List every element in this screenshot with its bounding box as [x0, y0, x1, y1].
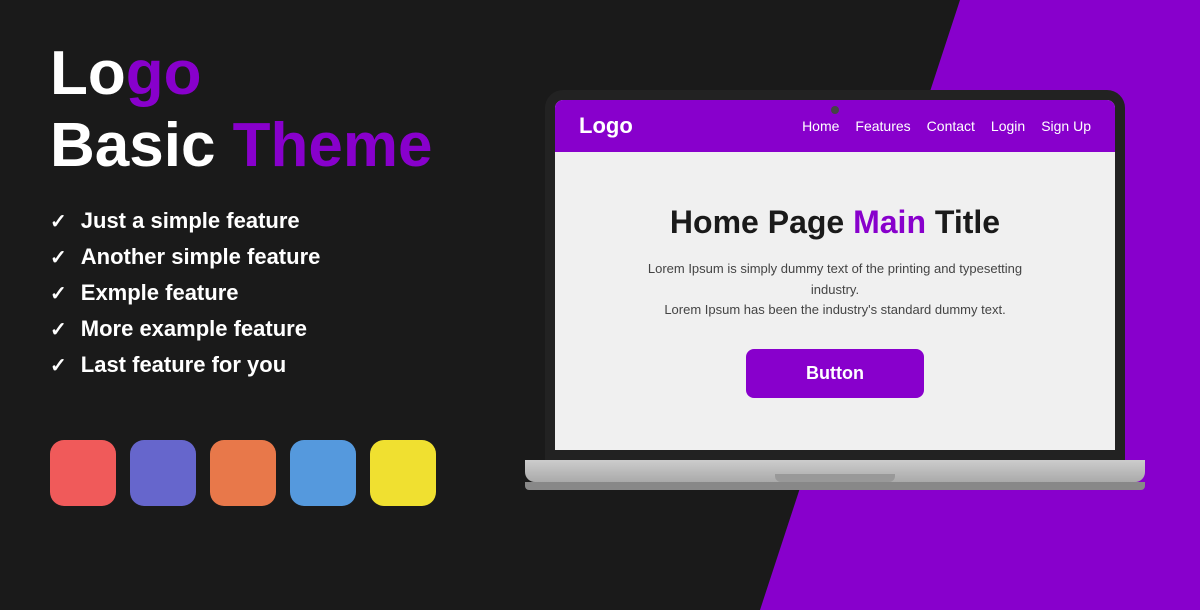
- check-icon-2: ✓: [50, 245, 67, 270]
- feature-item-5: ✓ Last feature for you: [50, 352, 450, 378]
- mock-navbar: Logo Home Features Contact Login Sign Up: [555, 100, 1115, 152]
- swatch-yellow[interactable]: [370, 440, 436, 506]
- check-icon-1: ✓: [50, 209, 67, 234]
- mock-hero-title: Home Page Main Title: [670, 204, 1000, 241]
- right-panel: Logo Home Features Contact Login Sign Up…: [500, 0, 1200, 610]
- laptop-mockup: Logo Home Features Contact Login Sign Up…: [545, 90, 1145, 520]
- mock-logo: Logo: [579, 113, 633, 139]
- feature-text-3: Exmple feature: [81, 280, 239, 306]
- swatch-purple[interactable]: [130, 440, 196, 506]
- swatch-red[interactable]: [50, 440, 116, 506]
- check-icon-5: ✓: [50, 353, 67, 378]
- hero-title-black2: Title: [926, 204, 1000, 240]
- features-list: ✓ Just a simple feature ✓ Another simple…: [50, 208, 450, 388]
- nav-signup[interactable]: Sign Up: [1041, 118, 1091, 134]
- hero-title-accent: Main: [853, 204, 926, 240]
- feature-item-2: ✓ Another simple feature: [50, 244, 450, 270]
- mock-hero: Home Page Main Title Lorem Ipsum is simp…: [555, 152, 1115, 450]
- logo-text-white: Lo: [50, 39, 126, 108]
- nav-features[interactable]: Features: [855, 118, 910, 134]
- nav-login[interactable]: Login: [991, 118, 1025, 134]
- hero-body-line1: Lorem Ipsum is simply dummy text of the …: [648, 261, 1022, 297]
- nav-home[interactable]: Home: [802, 118, 839, 134]
- mock-hero-body: Lorem Ipsum is simply dummy text of the …: [625, 259, 1045, 321]
- mock-nav-links: Home Features Contact Login Sign Up: [802, 118, 1091, 134]
- nav-contact[interactable]: Contact: [927, 118, 975, 134]
- laptop-stand: [525, 482, 1145, 490]
- feature-text-4: More example feature: [81, 316, 307, 342]
- logo-text-accent: go: [126, 39, 202, 108]
- feature-item-1: ✓ Just a simple feature: [50, 208, 450, 234]
- theme-basic-text: Basic: [50, 111, 233, 180]
- feature-item-3: ✓ Exmple feature: [50, 280, 450, 306]
- hero-title-black1: Home Page: [670, 204, 853, 240]
- swatch-blue[interactable]: [290, 440, 356, 506]
- feature-text-2: Another simple feature: [81, 244, 321, 270]
- swatch-orange[interactable]: [210, 440, 276, 506]
- check-icon-4: ✓: [50, 317, 67, 342]
- color-swatches: [50, 440, 450, 506]
- logo-heading: Logo: [50, 40, 450, 108]
- laptop-screen-inner: Logo Home Features Contact Login Sign Up…: [555, 100, 1115, 450]
- left-panel: Logo Basic Theme ✓ Just a simple feature…: [0, 0, 500, 610]
- theme-accent-text: Theme: [233, 111, 433, 180]
- feature-text-1: Just a simple feature: [81, 208, 300, 234]
- theme-heading: Basic Theme: [50, 112, 450, 180]
- mock-cta-button[interactable]: Button: [746, 349, 924, 398]
- check-icon-3: ✓: [50, 281, 67, 306]
- hero-body-line2: Lorem Ipsum has been the industry's stan…: [664, 302, 1005, 317]
- feature-text-5: Last feature for you: [81, 352, 286, 378]
- laptop-screen-outer: Logo Home Features Contact Login Sign Up…: [545, 90, 1125, 460]
- feature-item-4: ✓ More example feature: [50, 316, 450, 342]
- laptop-base: [525, 460, 1145, 482]
